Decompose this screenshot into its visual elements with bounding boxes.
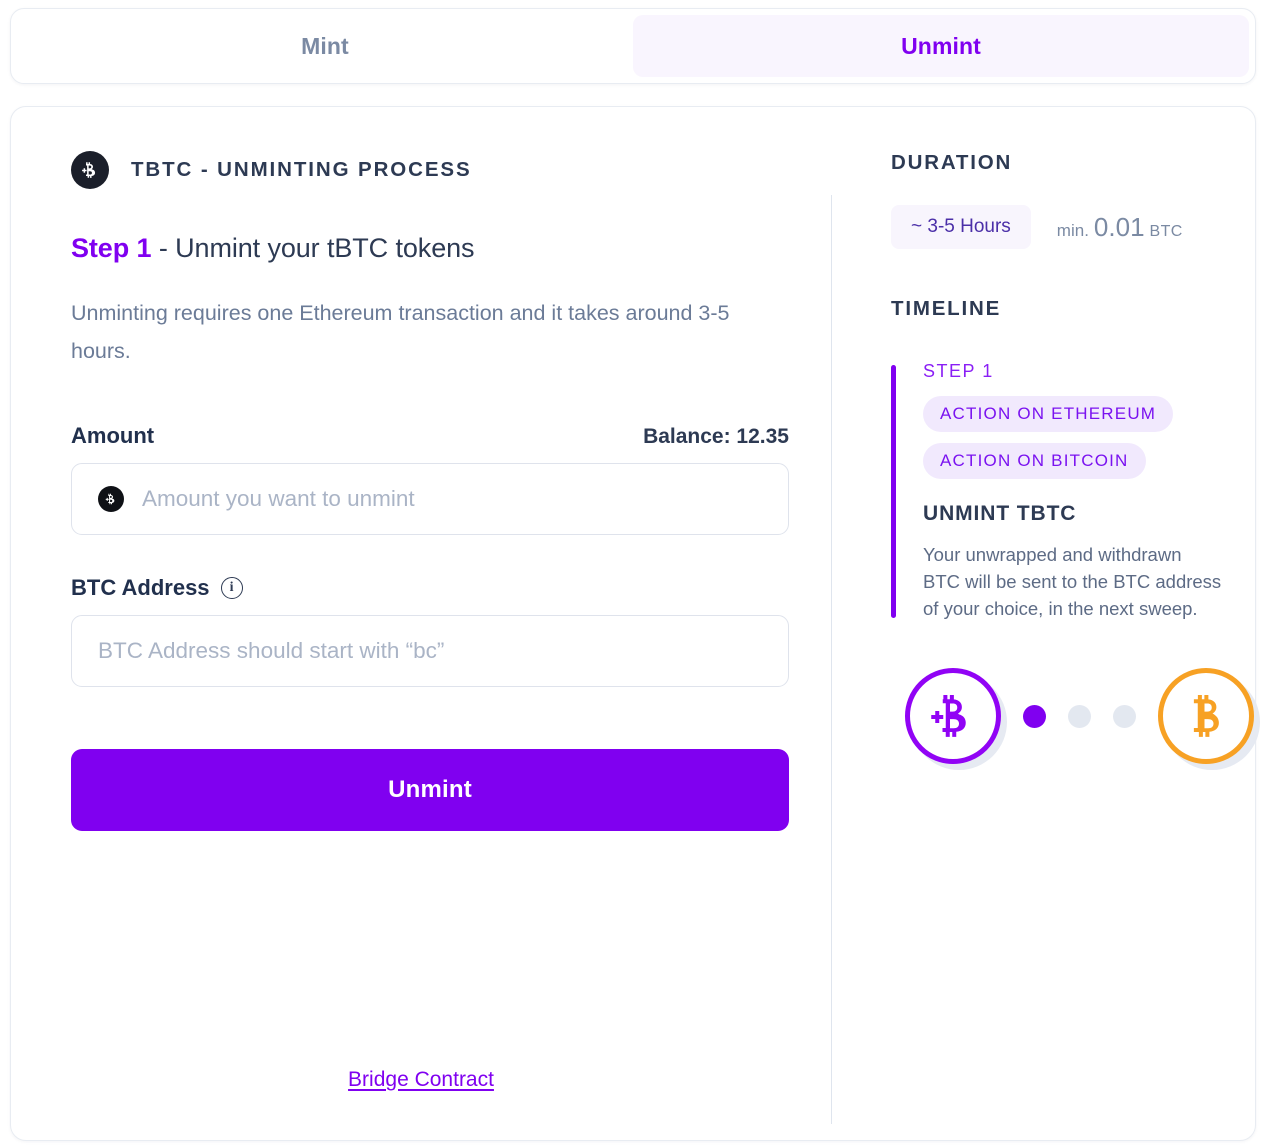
- tbtc-coin-icon-small: [98, 485, 124, 512]
- unmint-page: Mint Unmint TBTC - UNMINTING PROCESS Ste…: [0, 0, 1266, 1148]
- flow-progress-indicator: [891, 668, 1254, 765]
- timeline-badges: ACTION ON ETHEREUM ACTION ON BITCOIN: [923, 396, 1254, 490]
- timeline-step: STEP 1 ACTION ON ETHEREUM ACTION ON BITC…: [891, 361, 1254, 622]
- step-heading-accent: Step 1: [71, 233, 152, 263]
- minimum-value: 0.01: [1093, 211, 1145, 242]
- progress-dot-3: [1113, 704, 1136, 728]
- address-label-text: BTC Address: [71, 574, 210, 600]
- card-divider: [831, 195, 832, 1124]
- page-title: TBTC - UNMINTING PROCESS: [131, 158, 472, 181]
- unmint-button[interactable]: Unmint: [71, 748, 789, 831]
- card-footer: Bridge Contract: [11, 1068, 831, 1092]
- bitcoin-coin-icon-large: [1158, 668, 1254, 765]
- tab-unmint[interactable]: Unmint: [633, 15, 1249, 77]
- progress-dot-1: [1023, 704, 1046, 728]
- minimum-prefix: min.: [1056, 220, 1089, 240]
- unminting-form-panel: TBTC - UNMINTING PROCESS Step 1 - Unmint…: [11, 107, 831, 1140]
- amount-row: Amount Balance: 12.35: [71, 423, 789, 449]
- address-label: BTC Address i: [71, 575, 243, 601]
- duration-badge: ~ 3-5 Hours: [891, 205, 1031, 249]
- timeline-step-label: STEP 1: [923, 361, 994, 381]
- step-heading-rest: - Unmint your tBTC tokens: [151, 233, 475, 263]
- progress-dot-2: [1068, 704, 1091, 728]
- mode-tabbar: Mint Unmint: [10, 8, 1256, 84]
- timeline-item-body: Your unwrapped and withdrawn BTC will be…: [923, 544, 1222, 619]
- step-heading: Step 1 - Unmint your tBTC tokens: [71, 233, 787, 264]
- duration-row: ~ 3-5 Hours min. 0.01 BTC: [891, 205, 1254, 249]
- process-header: TBTC - UNMINTING PROCESS: [71, 151, 787, 189]
- minimum-currency: BTC: [1149, 222, 1183, 240]
- timeline-badge-ethereum: ACTION ON ETHEREUM: [923, 396, 1174, 432]
- timeline-heading: TIMELINE: [891, 297, 1002, 320]
- timeline-item-title: UNMINT TBTC: [923, 502, 1077, 525]
- info-panel: DURATION ~ 3-5 Hours min. 0.01 BTC TIMEL…: [831, 107, 1266, 1140]
- tab-mint-label: Mint: [301, 32, 349, 59]
- btc-address-placeholder: BTC Address should start with “bc”: [98, 637, 445, 663]
- step-description: Unminting requires one Ethereum transact…: [71, 301, 730, 364]
- unminting-card: TBTC - UNMINTING PROCESS Step 1 - Unmint…: [10, 106, 1256, 1141]
- tbtc-coin-icon-large: [905, 668, 1001, 765]
- minimum-amount: min. 0.01 BTC: [1057, 212, 1183, 243]
- amount-label: Amount: [71, 422, 155, 448]
- btc-address-input[interactable]: BTC Address should start with “bc”: [71, 614, 789, 687]
- tab-mint[interactable]: Mint: [17, 15, 633, 77]
- bridge-contract-link[interactable]: Bridge Contract: [348, 1068, 494, 1091]
- balance-value: Balance: 12.35: [643, 424, 789, 448]
- address-row: BTC Address i: [71, 575, 789, 601]
- info-icon[interactable]: i: [220, 576, 243, 599]
- tab-unmint-label: Unmint: [901, 32, 981, 59]
- tbtc-coin-icon: [71, 151, 109, 189]
- amount-input[interactable]: Amount you want to unmint: [71, 462, 789, 535]
- amount-input-placeholder: Amount you want to unmint: [142, 485, 415, 511]
- timeline-progress-bar: [891, 365, 896, 619]
- duration-heading: DURATION: [891, 151, 1013, 174]
- timeline-badge-bitcoin: ACTION ON BITCOIN: [923, 443, 1146, 479]
